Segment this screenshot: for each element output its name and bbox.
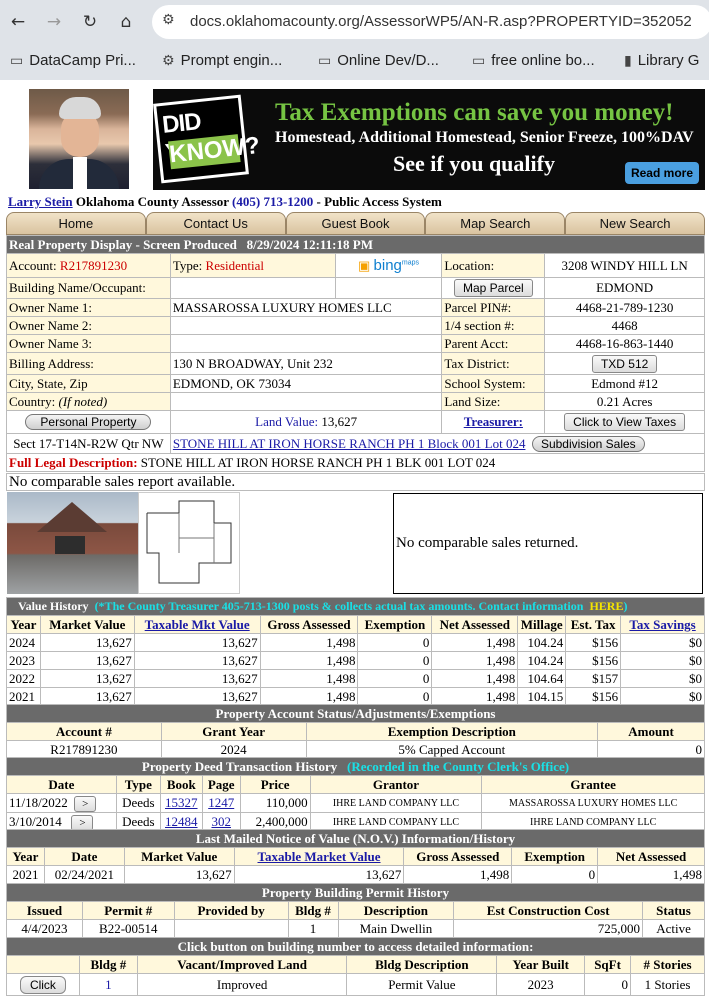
bookmark-item[interactable]: ⚙ Prompt engin... <box>162 52 282 69</box>
reload-icon[interactable]: ↻ <box>78 10 102 34</box>
table-row: 2022 13,627 13,627 1,498 0 1,498 104.64 $157 $0 <box>6 669 705 688</box>
menu-guest-book[interactable]: Guest Book <box>285 212 426 235</box>
building-click-button[interactable]: Click <box>19 975 66 994</box>
city-value: EDMOND <box>544 277 705 299</box>
personal-property-button[interactable]: Personal Property <box>25 414 152 430</box>
menu-home[interactable]: Home <box>6 212 146 235</box>
back-arrow-icon[interactable]: ← <box>6 10 30 34</box>
table-row: 2024 13,627 13,627 1,498 0 1,498 104.24 $156 $0 <box>6 633 705 652</box>
page-link[interactable]: 1247 <box>201 793 241 813</box>
subdivision-link[interactable]: STONE HILL AT IRON HORSE RANCH PH 1 Bloc… <box>173 436 526 451</box>
table-row: 2021 02/24/2021 13,627 13,627 1,498 0 1,498 <box>6 865 705 884</box>
taxable-market-value-link[interactable]: Taxable Market Value <box>233 847 405 866</box>
site-info-icon[interactable]: ⚙ <box>162 12 175 28</box>
parcel-pin: 4468-21-789-1230 <box>544 298 705 317</box>
tax-savings-link[interactable]: Tax Savings <box>620 615 705 634</box>
subdivision-sales-button[interactable]: Subdivision Sales <box>531 435 645 452</box>
taxable-mkt-value-link[interactable]: Taxable Mkt Value <box>133 615 261 634</box>
url-text: docs.oklahomacounty.org/AssessorWP5/AN-R… <box>190 13 692 30</box>
page-content: DID YOU KNOW? Tax Exemptions can save yo… <box>0 80 709 999</box>
toolbar: ← → ↻ ⌂ ⚙ docs.oklahomacounty.org/Assess… <box>0 0 709 44</box>
county-clerk-link[interactable]: (Recorded in the County Clerk's Office) <box>347 759 569 774</box>
table-row: 2023 13,627 13,627 1,498 0 1,498 104.24 $156 $0 <box>6 651 705 670</box>
billing-address: 130 N BROADWAY, Unit 232 <box>169 352 443 375</box>
banner-headline: Tax Exemptions can save you money! <box>275 99 674 126</box>
location-value: 3208 WINDY HILL LN <box>544 253 705 278</box>
phone-number: (405) 713-1200 <box>232 194 314 209</box>
folder-icon: ▭ <box>472 53 486 69</box>
assessor-photo <box>29 89 129 189</box>
openai-icon: ⚙ <box>162 53 175 69</box>
folder-icon: ▭ <box>318 53 332 69</box>
menu-contact-us[interactable]: Contact Us <box>145 212 286 235</box>
display-header: Real Property Display - Screen Produced … <box>6 235 705 254</box>
house-photo[interactable] <box>7 492 138 594</box>
address-bar[interactable]: ⚙ docs.oklahomacounty.org/AssessorWP5/AN… <box>152 5 709 39</box>
tax-district-button[interactable]: TXD 512 <box>591 354 658 373</box>
bookmarks-bar: ▭ DataCamp Pri... ⚙ Prompt engin... ▭ Onlin… <box>0 44 709 80</box>
permit-history-table: Property Building Permit History Issued P… <box>6 883 705 938</box>
table-row: 11/18/2022 > Deeds 15327 1247 110,000 IHRE LA… <box>6 793 705 813</box>
owner-name-1: MASSAROSSA LUXURY HOMES LLC <box>169 298 443 317</box>
table-row: 2021 13,627 13,627 1,498 0 1,498 104.15 $156 $0 <box>6 687 705 706</box>
land-value: 13,627 <box>321 414 358 429</box>
table-row: R217891230 2024 5% Capped Account 0 <box>6 740 705 759</box>
value-history-table: Value History (*The County Treasurer 405… <box>6 597 705 706</box>
bookmark-item[interactable]: ▭ DataCamp Pri... <box>10 52 136 69</box>
bing-icon: ▣ <box>357 258 371 273</box>
legal-description: STONE HILL AT IRON HORSE RANCH PH 1 BLK … <box>140 454 496 470</box>
banner-subline: Homestead, Additional Homestead, Senior … <box>275 129 694 146</box>
banner-cta: See if you qualify <box>393 151 555 176</box>
table-row: Click 1 Improved Permit Value 2023 0 1 Stories <box>6 973 705 996</box>
main-menu: Home Contact Us Guest Book Map Search Ne… <box>6 212 705 235</box>
property-type: Residential <box>205 257 265 273</box>
property-info-table: Real Property Display - Screen Produced … <box>6 235 706 472</box>
folder-icon: ▭ <box>10 53 24 69</box>
bookmark-item[interactable]: ▭ free online bo... <box>472 52 595 69</box>
bookmark-item[interactable]: ▭ Online Dev/D... <box>318 52 439 69</box>
bookmark-item[interactable]: ▮ Library G <box>624 52 699 69</box>
deed-history-table: Property Deed Transaction History (Recor… <box>6 757 705 832</box>
menu-new-search[interactable]: New Search <box>565 212 705 235</box>
map-parcel-button[interactable]: Map Parcel <box>453 279 533 297</box>
assessor-name-link[interactable]: Larry Stein <box>8 194 73 209</box>
bing-maps-link[interactable]: ▣ bingmaps <box>334 253 443 278</box>
comparable-sales-status: No comparable sales report available. <box>6 473 705 491</box>
floor-plan-icon <box>146 500 232 584</box>
account-status-table: Property Account Status/Adjustments/Exem… <box>6 704 705 759</box>
buildings-table: Click button on building number to acces… <box>6 937 705 996</box>
forward-arrow-icon[interactable]: → <box>42 10 66 34</box>
account-number: R217891230 <box>59 257 128 273</box>
library-icon: ▮ <box>624 53 632 69</box>
tax-exemption-banner[interactable]: DID YOU KNOW? Tax Exemptions can save yo… <box>153 89 705 190</box>
nov-history-table: Last Mailed Notice of Value (N.O.V.) Inf… <box>6 829 705 884</box>
deed-detail-button[interactable]: > <box>74 795 97 812</box>
did-you-know-badge: DID YOU KNOW? <box>153 94 261 184</box>
home-icon[interactable]: ⌂ <box>114 10 138 34</box>
browser-chrome: ← → ↻ ⌂ ⚙ docs.oklahomacounty.org/Assess… <box>0 0 709 80</box>
treasurer-link[interactable]: Treasurer: <box>464 414 523 429</box>
site-title: Larry Stein Oklahoma County Assessor (40… <box>8 194 442 209</box>
book-link[interactable]: 15327 <box>159 793 203 813</box>
building-number[interactable]: 1 <box>78 973 138 996</box>
floor-plan-sketch[interactable] <box>138 492 240 594</box>
read-more-button[interactable]: Read more <box>624 162 699 184</box>
contact-here-link[interactable]: HERE <box>589 599 623 613</box>
comparable-sales-box: No comparable sales returned. <box>393 493 703 594</box>
menu-map-search[interactable]: Map Search <box>425 212 566 235</box>
table-row: 4/4/2023 B22-00514 1 Main Dwellin 725,000 Act… <box>6 919 705 938</box>
view-taxes-button[interactable]: Click to View Taxes <box>564 413 686 431</box>
